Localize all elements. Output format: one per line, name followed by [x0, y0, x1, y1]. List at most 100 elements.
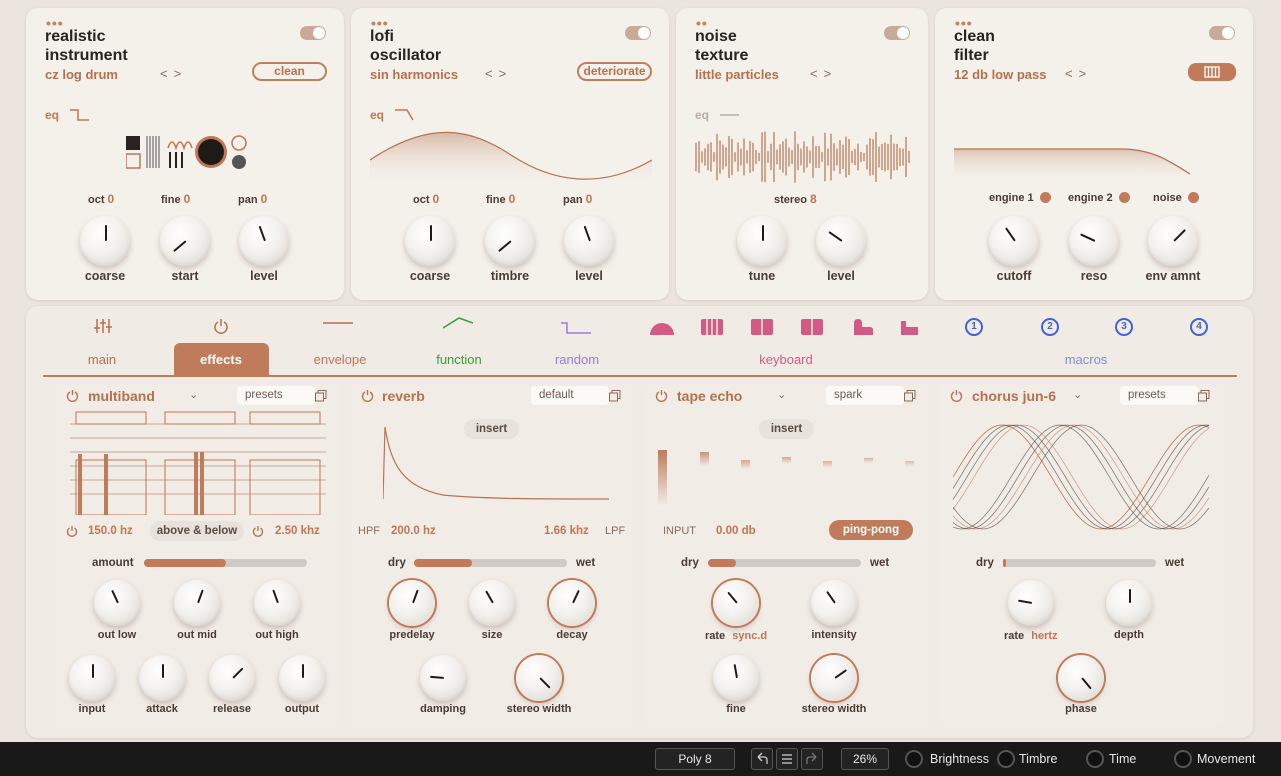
- ping-pong-button[interactable]: ping-pong: [829, 520, 913, 540]
- chevron-down-icon[interactable]: ⌄: [777, 388, 786, 401]
- engine-toggle[interactable]: [1209, 26, 1235, 40]
- power-icon[interactable]: [66, 389, 79, 402]
- param-fine[interactable]: fine 0: [161, 192, 190, 206]
- tab-random[interactable]: random: [529, 352, 625, 367]
- depth-knob[interactable]: [1106, 580, 1152, 626]
- preset-dropdown[interactable]: presets: [237, 386, 315, 405]
- mixer-sliders-icon[interactable]: [93, 318, 113, 334]
- fine-knob[interactable]: [713, 655, 759, 701]
- env-amount-knob[interactable]: [1148, 216, 1198, 266]
- damping-knob[interactable]: [420, 655, 466, 701]
- mix-slider[interactable]: [708, 559, 861, 567]
- power-icon[interactable]: [950, 389, 963, 402]
- insert-chip[interactable]: insert: [759, 419, 814, 439]
- reso-knob[interactable]: [1069, 216, 1119, 266]
- level-knob[interactable]: [239, 216, 289, 266]
- macro-label-movement[interactable]: Movement: [1197, 752, 1255, 766]
- macro-knob-brightness[interactable]: [905, 750, 923, 768]
- preset-nav-arrows[interactable]: <>: [160, 66, 187, 81]
- copy-icon[interactable]: [315, 390, 327, 402]
- copy-icon[interactable]: [904, 390, 916, 402]
- rate-mode[interactable]: hertz: [1031, 630, 1057, 642]
- fx-name[interactable]: reverb: [382, 388, 425, 404]
- low-crossover-value[interactable]: 150.0 hz: [88, 525, 133, 537]
- macro-1-icon[interactable]: 1: [965, 318, 983, 336]
- tab-function[interactable]: function: [411, 352, 507, 367]
- eq-label[interactable]: eq: [370, 108, 384, 122]
- tab-effects[interactable]: effects: [173, 352, 269, 367]
- chevron-down-icon[interactable]: ⌄: [189, 388, 198, 401]
- undo-button[interactable]: [751, 748, 773, 770]
- macro-label-timbre[interactable]: Timbre: [1019, 752, 1057, 766]
- out-low-knob[interactable]: [94, 580, 140, 626]
- band-mode-chip[interactable]: above & below: [150, 521, 244, 541]
- rate-knob[interactable]: [1008, 580, 1054, 626]
- out-high-knob[interactable]: [254, 580, 300, 626]
- stereo-width-knob[interactable]: [516, 655, 562, 701]
- engine1-route-toggle[interactable]: engine 1: [989, 192, 1051, 204]
- coarse-knob[interactable]: [80, 216, 130, 266]
- mix-slider[interactable]: [414, 559, 567, 567]
- power-icon[interactable]: [66, 525, 78, 537]
- engine-toggle[interactable]: [884, 26, 910, 40]
- mix-slider[interactable]: [1003, 559, 1156, 567]
- chevron-down-icon[interactable]: ⌄: [1073, 388, 1082, 401]
- drag-handle-icon[interactable]: •••: [46, 16, 64, 30]
- stereo-width-knob[interactable]: [811, 655, 857, 701]
- mode-pill[interactable]: clean: [252, 62, 327, 81]
- mode-pill[interactable]: deteriorate: [577, 62, 652, 81]
- power-icon[interactable]: [213, 318, 229, 334]
- high-crossover-value[interactable]: 2.50 khz: [275, 525, 320, 537]
- macro-4-icon[interactable]: 4: [1190, 318, 1208, 336]
- power-icon[interactable]: [655, 389, 668, 402]
- input-knob[interactable]: [69, 655, 115, 701]
- lpf-value[interactable]: 1.66 khz: [544, 525, 589, 537]
- timbre-knob[interactable]: [485, 216, 535, 266]
- waveform-selector-icons[interactable]: [126, 134, 251, 174]
- output-knob[interactable]: [279, 655, 325, 701]
- macro-2-icon[interactable]: 2: [1041, 318, 1059, 336]
- param-fine[interactable]: fine 0: [486, 192, 515, 206]
- eq-label[interactable]: eq: [45, 108, 59, 122]
- engine-toggle[interactable]: [300, 26, 326, 40]
- rate-knob[interactable]: [713, 580, 759, 626]
- input-gain-value[interactable]: 0.00 db: [716, 525, 756, 537]
- tab-macros[interactable]: macros: [1038, 352, 1134, 367]
- macro-3-icon[interactable]: 3: [1115, 318, 1133, 336]
- engine-preset-name[interactable]: 12 db low pass: [954, 67, 1046, 82]
- random-shape-icon[interactable]: [561, 322, 591, 334]
- fx-name[interactable]: chorus jun-6: [972, 388, 1056, 404]
- keyboard-icons[interactable]: [648, 313, 928, 339]
- rate-mode[interactable]: sync.d: [732, 630, 767, 642]
- redo-button[interactable]: [801, 748, 823, 770]
- polyphony-selector[interactable]: Poly 8: [655, 748, 735, 770]
- function-shape-icon[interactable]: [443, 316, 473, 330]
- keyboard-tracking-button[interactable]: [1188, 63, 1236, 81]
- param-oct[interactable]: oct 0: [88, 192, 114, 206]
- size-knob[interactable]: [469, 580, 515, 626]
- predelay-knob[interactable]: [389, 580, 435, 626]
- macro-label-time[interactable]: Time: [1109, 752, 1136, 766]
- out-mid-knob[interactable]: [174, 580, 220, 626]
- param-pan[interactable]: pan 0: [238, 192, 267, 206]
- envelope-shape-icon[interactable]: [323, 318, 353, 328]
- engine2-route-toggle[interactable]: engine 2: [1068, 192, 1130, 204]
- tab-main[interactable]: main: [54, 352, 150, 367]
- noise-route-toggle[interactable]: noise: [1153, 192, 1199, 204]
- phase-knob[interactable]: [1058, 655, 1104, 701]
- drag-handle-icon[interactable]: ••: [696, 16, 708, 30]
- tab-keyboard[interactable]: keyboard: [738, 352, 834, 367]
- fx-name[interactable]: multiband: [88, 388, 155, 404]
- level-knob[interactable]: [564, 216, 614, 266]
- fx-name[interactable]: tape echo: [677, 388, 742, 404]
- decay-knob[interactable]: [549, 580, 595, 626]
- preset-dropdown[interactable]: spark: [826, 386, 904, 405]
- coarse-knob[interactable]: [405, 216, 455, 266]
- cutoff-knob[interactable]: [989, 216, 1039, 266]
- zoom-level[interactable]: 26%: [841, 748, 889, 770]
- preset-dropdown[interactable]: presets: [1120, 386, 1198, 405]
- preset-nav-arrows[interactable]: <>: [485, 66, 512, 81]
- release-knob[interactable]: [209, 655, 255, 701]
- tune-knob[interactable]: [737, 216, 787, 266]
- macro-label-brightness[interactable]: Brightness: [930, 752, 989, 766]
